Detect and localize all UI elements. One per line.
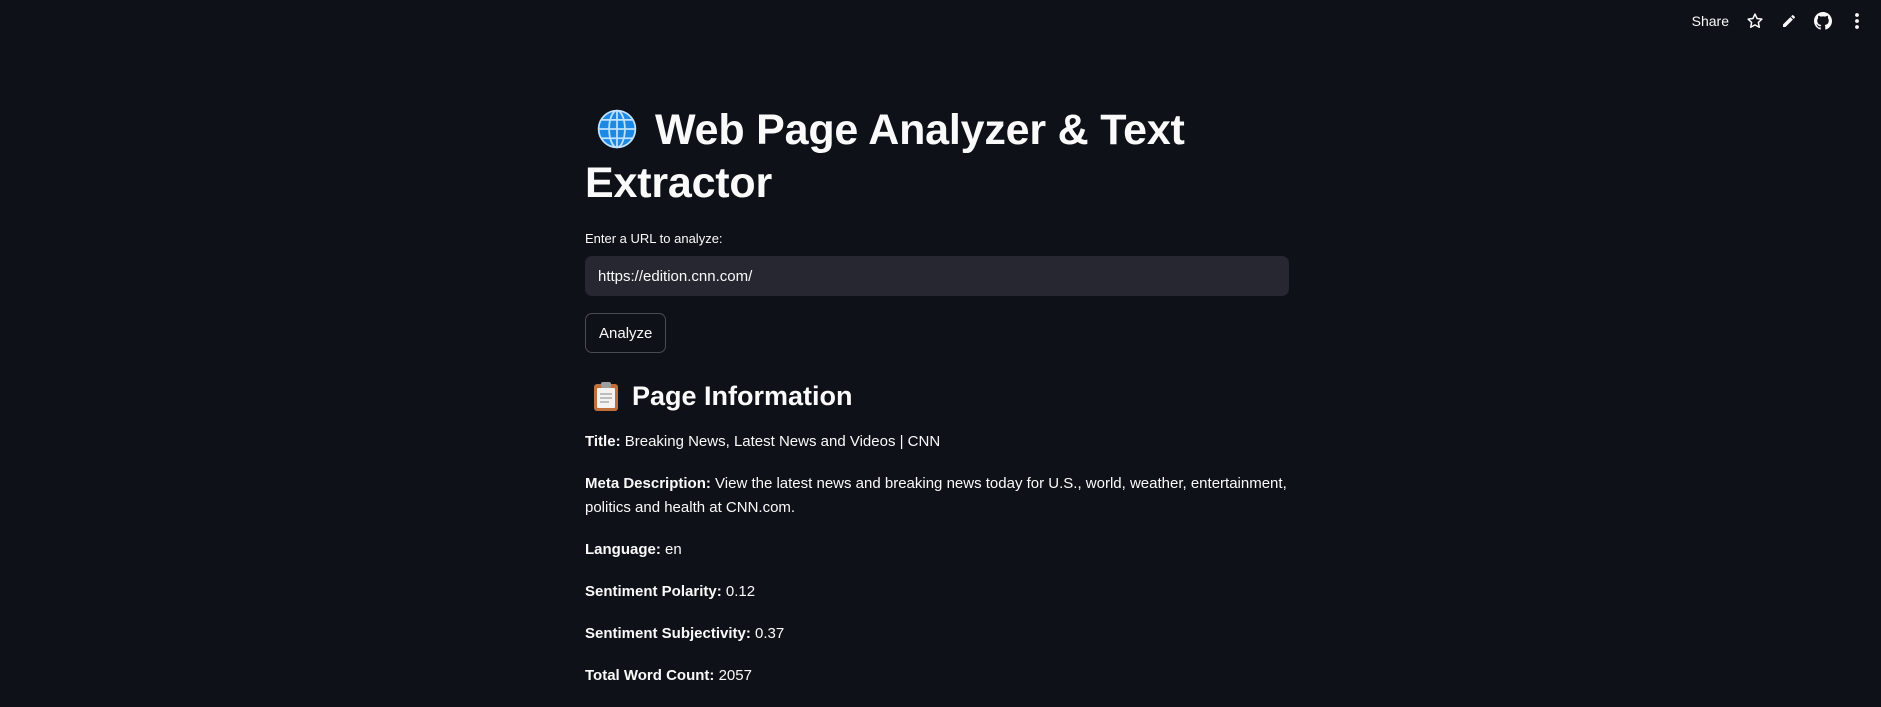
- info-meta-description: Meta Description: View the latest news a…: [585, 472, 1289, 520]
- pencil-icon[interactable]: [1777, 9, 1801, 33]
- info-word-count-value: 2057: [718, 667, 752, 684]
- clipboard-icon: [592, 380, 620, 412]
- info-language: Language: en: [585, 538, 1289, 562]
- page-information-heading: Page Information: [585, 379, 1289, 413]
- info-meta-label: Meta Description:: [585, 475, 711, 492]
- url-input-label: Enter a URL to analyze:: [585, 231, 723, 246]
- info-title: Title: Breaking News, Latest News and Vi…: [585, 430, 1289, 454]
- info-polarity-label: Sentiment Polarity:: [585, 583, 722, 600]
- info-polarity-value: 0.12: [725, 583, 756, 600]
- info-word-count-label: Total Word Count:: [585, 667, 715, 684]
- page-title-text: Web Page Analyzer & Text Extractor: [585, 106, 1185, 207]
- info-title-label: Title:: [585, 433, 621, 450]
- info-language-label: Language:: [585, 541, 661, 558]
- app-toolbar: Share: [1688, 9, 1869, 33]
- info-language-value: en: [665, 541, 682, 558]
- url-input[interactable]: [585, 256, 1289, 296]
- star-icon[interactable]: [1743, 9, 1767, 33]
- kebab-menu-icon[interactable]: [1845, 9, 1869, 33]
- github-icon[interactable]: [1811, 9, 1835, 33]
- globe-icon: [593, 108, 641, 150]
- info-title-value: Breaking News, Latest News and Videos | …: [624, 433, 941, 450]
- info-subjectivity-label: Sentiment Subjectivity:: [585, 625, 751, 642]
- info-sentiment-polarity: Sentiment Polarity: 0.12: [585, 580, 1289, 604]
- page-title: Web Page Analyzer & Text Extractor: [585, 104, 1289, 210]
- analyze-button[interactable]: Analyze: [585, 313, 667, 353]
- info-word-count: Total Word Count: 2057: [585, 664, 1289, 688]
- section-heading-text: Page Information: [632, 381, 853, 411]
- main-content: Web Page Analyzer & Text Extractor Enter…: [585, 104, 1289, 688]
- info-subjectivity-value: 0.37: [755, 625, 785, 642]
- info-sentiment-subjectivity: Sentiment Subjectivity: 0.37: [585, 622, 1289, 646]
- share-button[interactable]: Share: [1688, 13, 1733, 29]
